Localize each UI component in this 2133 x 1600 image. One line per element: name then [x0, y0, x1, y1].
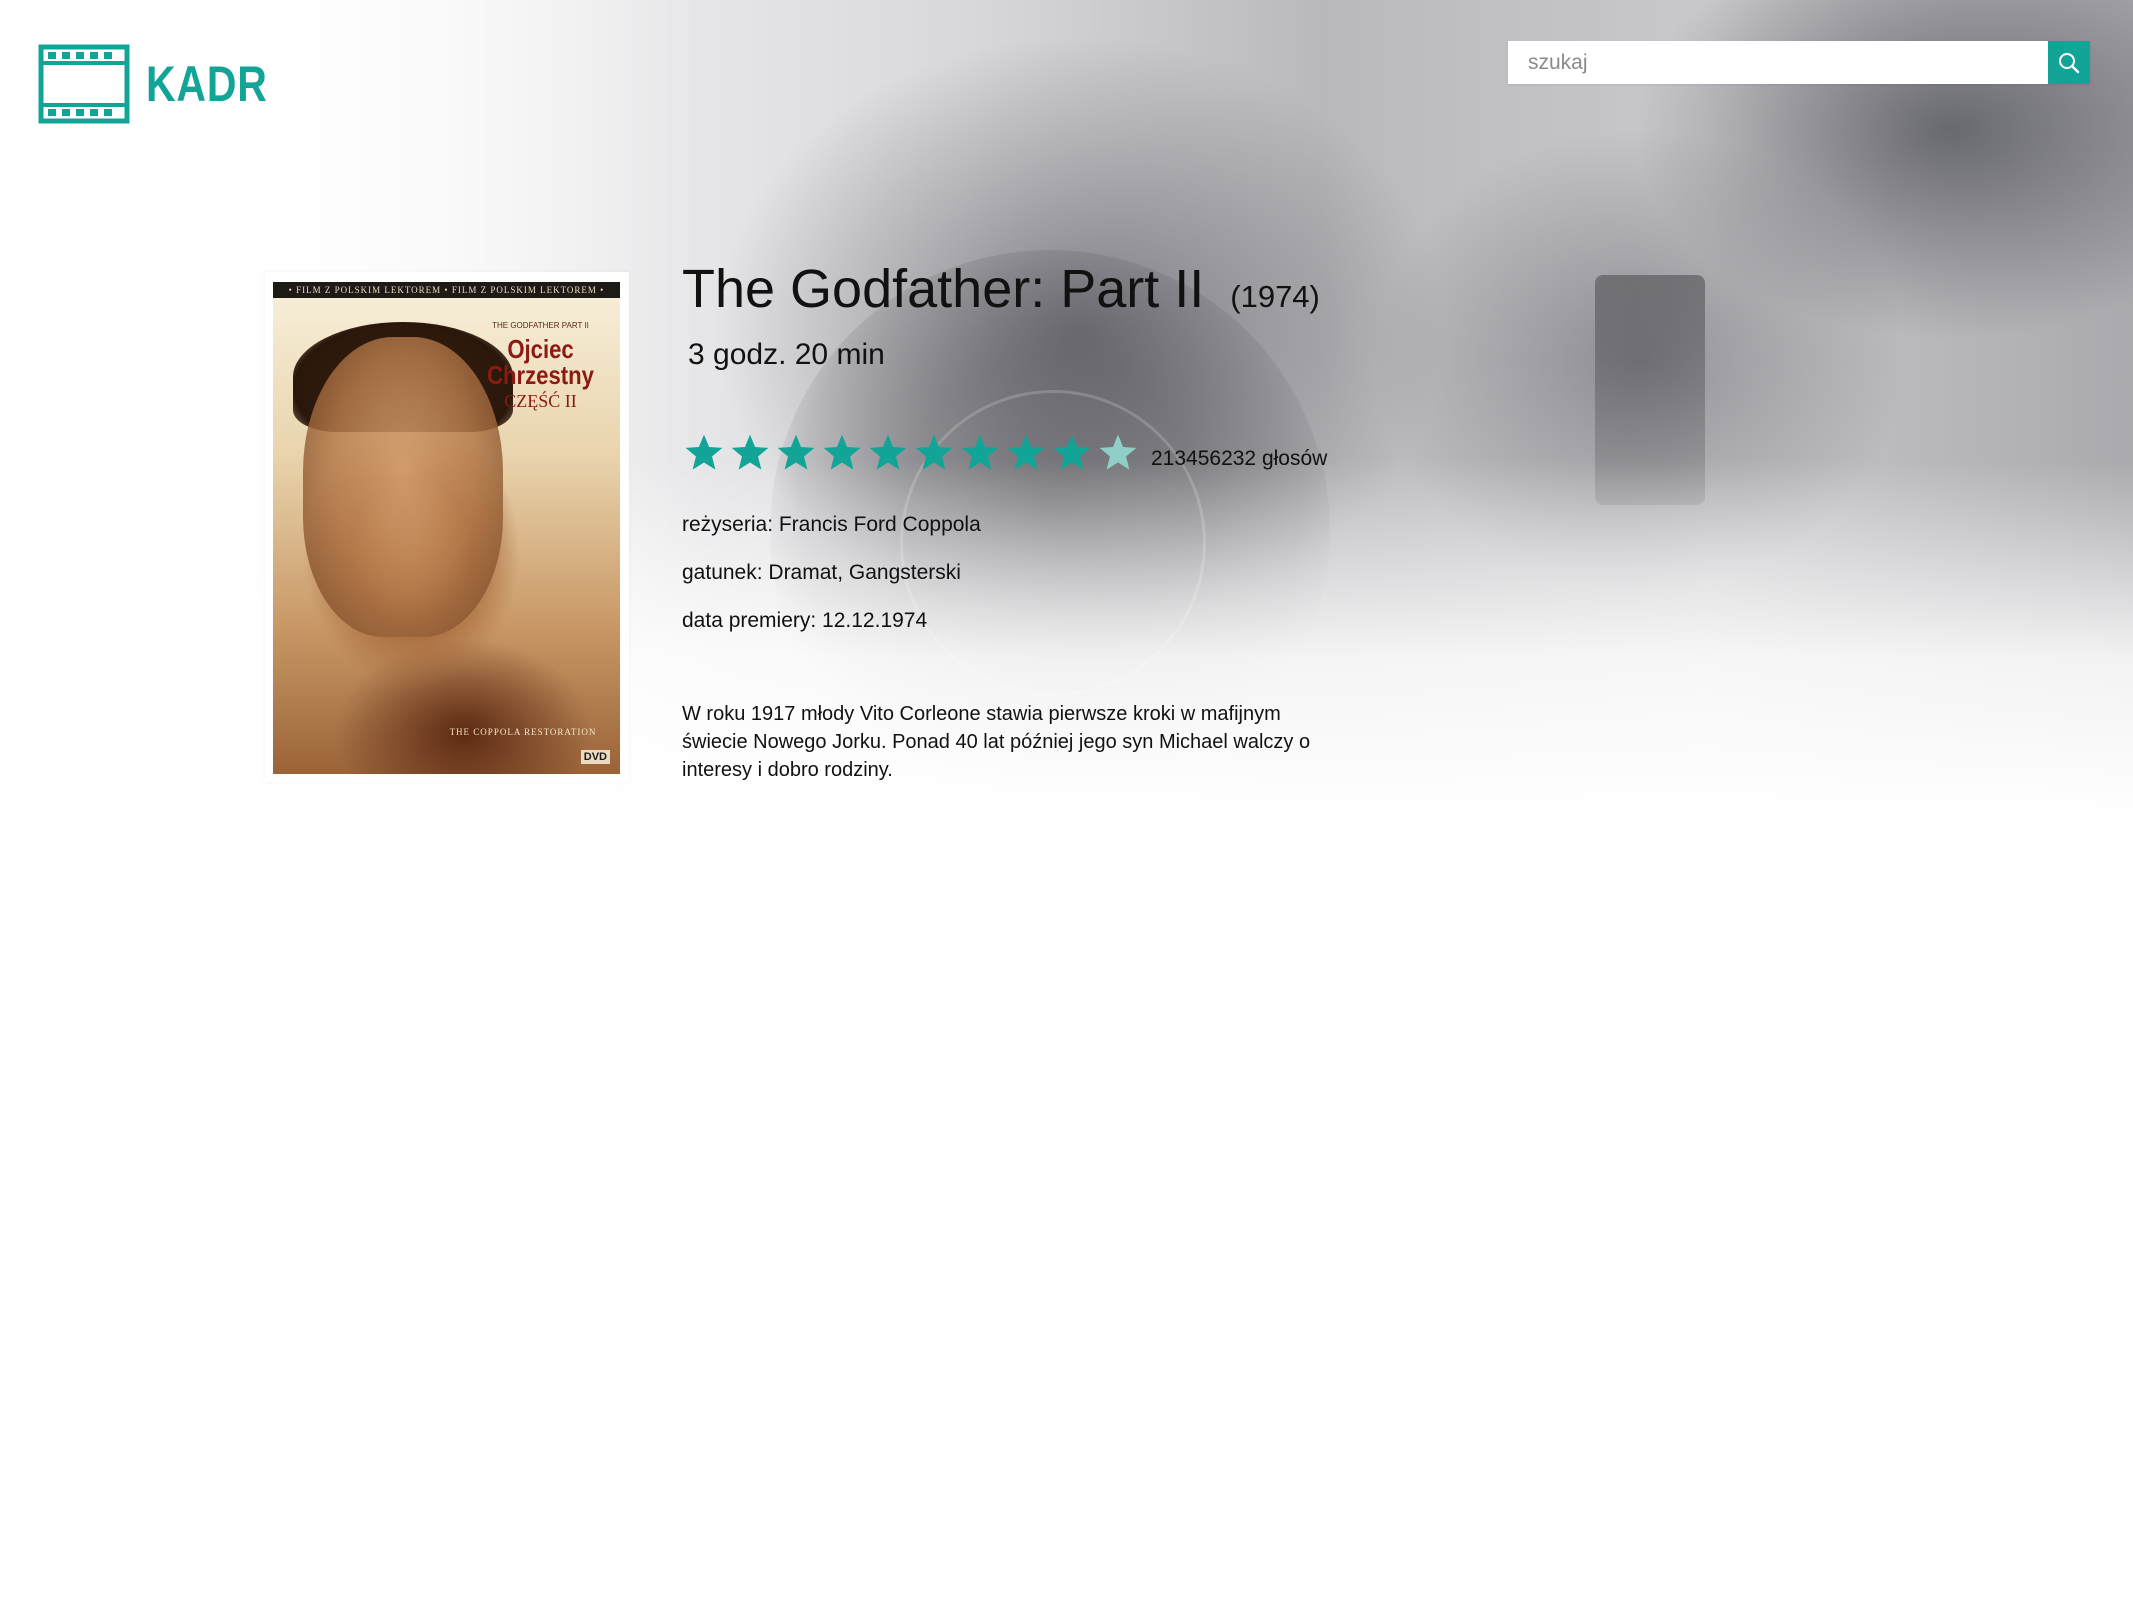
movie-genre: gatunek: Dramat, Gangsterski — [682, 561, 961, 584]
star-filled-icon[interactable] — [821, 432, 863, 474]
logo-link[interactable]: KADR — [38, 44, 294, 124]
poster-banner: • FILM Z POLSKIM LEKTOREM • FILM Z POLSK… — [273, 282, 620, 298]
movie-title: The Godfather: Part II — [682, 259, 1205, 319]
star-filled-icon[interactable] — [1005, 432, 1047, 474]
film-strip-icon — [38, 44, 130, 124]
star-empty-icon[interactable] — [1097, 432, 1139, 474]
poster-main-title: Ojciec Chrzestny — [487, 334, 594, 390]
movie-description: W roku 1917 młody Vito Corleone stawia p… — [682, 703, 1311, 781]
search-icon — [2059, 52, 2080, 73]
poster-part: CZĘŚĆ II — [504, 391, 577, 411]
vote-count: 213456232 głosów — [1151, 447, 1328, 470]
search-bar — [1508, 41, 2090, 84]
movie-director: reżyseria: Francis Ford Coppola — [682, 513, 981, 536]
poster-small-title: THE GODFATHER PART II — [492, 321, 589, 330]
movie-premiere-date: data premiery: 12.12.1974 — [682, 609, 928, 632]
poster-restoration-text: THE COPPOLA RESTORATION — [449, 727, 597, 737]
star-filled-icon[interactable] — [683, 432, 725, 474]
movie-poster-frame: • FILM Z POLSKIM LEKTOREM • FILM Z POLSK… — [265, 272, 629, 782]
movie-poster[interactable]: • FILM Z POLSKIM LEKTOREM • FILM Z POLSK… — [273, 282, 620, 774]
search-input[interactable] — [1508, 41, 2048, 84]
poster-title: THE GODFATHER PART II Ojciec Chrzestny C… — [468, 321, 613, 411]
star-filled-icon[interactable] — [1051, 432, 1093, 474]
movie-year: (1974) — [1230, 279, 1320, 314]
dvd-logo: DVD — [580, 750, 610, 764]
search-button[interactable] — [2048, 41, 2090, 84]
rating: 213456232 głosów — [683, 432, 1327, 474]
star-filled-icon[interactable] — [959, 432, 1001, 474]
star-rating[interactable] — [683, 432, 1139, 474]
star-filled-icon[interactable] — [775, 432, 817, 474]
movie-title-line: The Godfather: Part II (1974) — [682, 258, 1320, 320]
brand-name: KADR — [146, 56, 268, 112]
star-filled-icon[interactable] — [913, 432, 955, 474]
movie-duration: 3 godz. 20 min — [688, 338, 885, 371]
star-filled-icon[interactable] — [867, 432, 909, 474]
star-filled-icon[interactable] — [729, 432, 771, 474]
